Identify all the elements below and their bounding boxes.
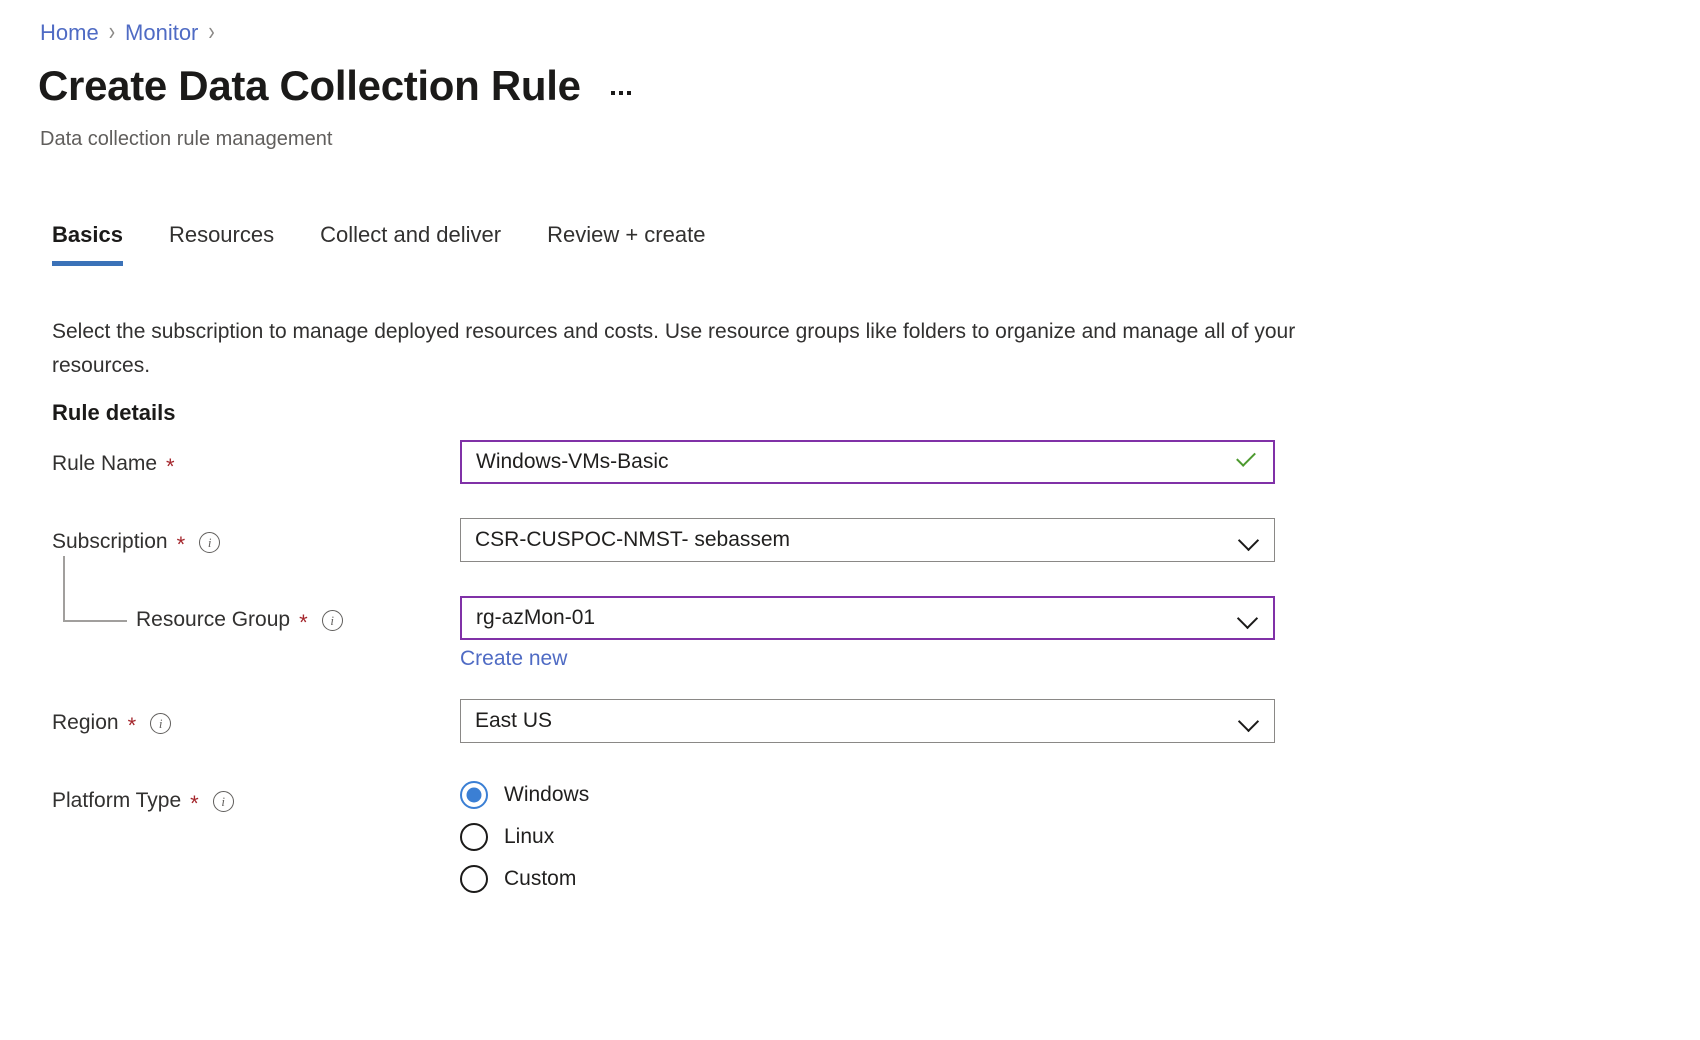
label-text: Resource Group xyxy=(136,608,291,631)
info-icon[interactable]: i xyxy=(199,531,221,553)
resource-group-value: rg-azMon-01 xyxy=(476,606,596,629)
resource-group-dropdown[interactable]: rg-azMon-01 xyxy=(460,596,1275,640)
radio-option-linux[interactable]: Linux xyxy=(460,823,1700,851)
form-row-resource-group: Resource Group * i rg-azMon-01 Create ne… xyxy=(0,556,1700,671)
form-row-subscription: Subscription * i CSR-CUSPOC-NMST- sebass… xyxy=(0,518,1700,566)
label-text: Subscription xyxy=(52,530,168,553)
label-text: Region xyxy=(52,711,119,734)
label-platform-type: Platform Type * i xyxy=(0,777,460,825)
tab-review-create[interactable]: Review + create xyxy=(547,222,705,266)
breadcrumb-item-monitor[interactable]: Monitor xyxy=(125,18,198,48)
valid-check-icon xyxy=(1233,449,1259,475)
label-text: Rule Name xyxy=(52,452,158,475)
label-rule-name: Rule Name * xyxy=(0,440,460,488)
required-asterisk: * xyxy=(166,454,175,479)
dot xyxy=(618,91,623,95)
rule-name-input[interactable]: Windows-VMs-Basic xyxy=(460,440,1275,484)
tab-basics[interactable]: Basics xyxy=(52,222,123,266)
create-new-resource-group-link[interactable]: Create new xyxy=(460,647,567,671)
required-asterisk: * xyxy=(127,713,137,738)
radio-icon xyxy=(460,781,488,809)
required-asterisk: * xyxy=(190,791,199,816)
tab-collect-and-deliver[interactable]: Collect and deliver xyxy=(320,222,501,266)
field-resource-group: rg-azMon-01 Create new xyxy=(460,596,1700,671)
label-subscription: Subscription * i xyxy=(0,518,460,566)
intro-text: Select the subscription to manage deploy… xyxy=(52,320,1296,377)
page-title: Create Data Collection Rule xyxy=(38,62,581,109)
chevron-down-icon xyxy=(1238,710,1260,732)
form-row-rule-name: Rule Name * Windows-VMs-Basic xyxy=(0,440,1700,488)
radio-icon xyxy=(460,823,488,851)
info-icon[interactable]: i xyxy=(150,712,172,734)
field-subscription: CSR-CUSPOC-NMST- sebassem xyxy=(460,518,1700,562)
radio-option-windows[interactable]: Windows xyxy=(460,781,1700,809)
info-icon[interactable]: i xyxy=(321,609,343,631)
page-header: Create Data Collection Rule xyxy=(38,62,637,110)
label-resource-group: Resource Group * i xyxy=(0,596,460,644)
radio-icon xyxy=(460,865,488,893)
subscription-value: CSR-CUSPOC-NMST- sebassem xyxy=(475,528,791,551)
rule-name-value: Windows-VMs-Basic xyxy=(476,450,669,473)
breadcrumb-separator-icon: › xyxy=(108,18,116,47)
radio-label: Linux xyxy=(504,825,555,848)
region-dropdown[interactable]: East US xyxy=(460,699,1275,743)
info-icon[interactable]: i xyxy=(212,790,234,812)
more-options-icon[interactable] xyxy=(605,83,637,103)
dot xyxy=(610,91,615,95)
field-region: East US xyxy=(460,699,1700,743)
required-asterisk: * xyxy=(176,532,186,557)
chevron-down-icon xyxy=(1238,529,1260,551)
field-platform-type: Windows Linux Custom xyxy=(460,777,1700,893)
form-row-platform-type: Platform Type * i Windows Linux Custom xyxy=(0,777,1700,893)
rule-details-form: Rule Name * Windows-VMs-Basic Subscripti… xyxy=(0,440,1700,893)
label-region: Region * i xyxy=(0,699,460,747)
field-rule-name: Windows-VMs-Basic xyxy=(460,440,1700,484)
breadcrumb: Home › Monitor › xyxy=(40,18,215,48)
radio-label: Custom xyxy=(504,867,577,890)
subscription-dropdown[interactable]: CSR-CUSPOC-NMST- sebassem xyxy=(460,518,1275,562)
tab-resources[interactable]: Resources xyxy=(169,222,274,266)
section-heading-rule-details: Rule details xyxy=(52,400,176,425)
label-text: Platform Type xyxy=(52,789,182,812)
breadcrumb-item-home[interactable]: Home xyxy=(40,18,99,48)
radio-label: Windows xyxy=(504,783,590,806)
required-asterisk: * xyxy=(299,610,308,635)
platform-type-radio-group: Windows Linux Custom xyxy=(460,777,1700,893)
radio-option-custom[interactable]: Custom xyxy=(460,865,1700,893)
dot xyxy=(626,91,631,95)
region-value: East US xyxy=(475,709,553,732)
breadcrumb-separator-icon: › xyxy=(208,18,215,47)
chevron-down-icon xyxy=(1237,607,1259,629)
form-row-region: Region * i East US xyxy=(0,699,1700,747)
page-subtitle: Data collection rule management xyxy=(40,128,333,150)
wizard-tabs: Basics Resources Collect and deliver Rev… xyxy=(52,222,705,266)
